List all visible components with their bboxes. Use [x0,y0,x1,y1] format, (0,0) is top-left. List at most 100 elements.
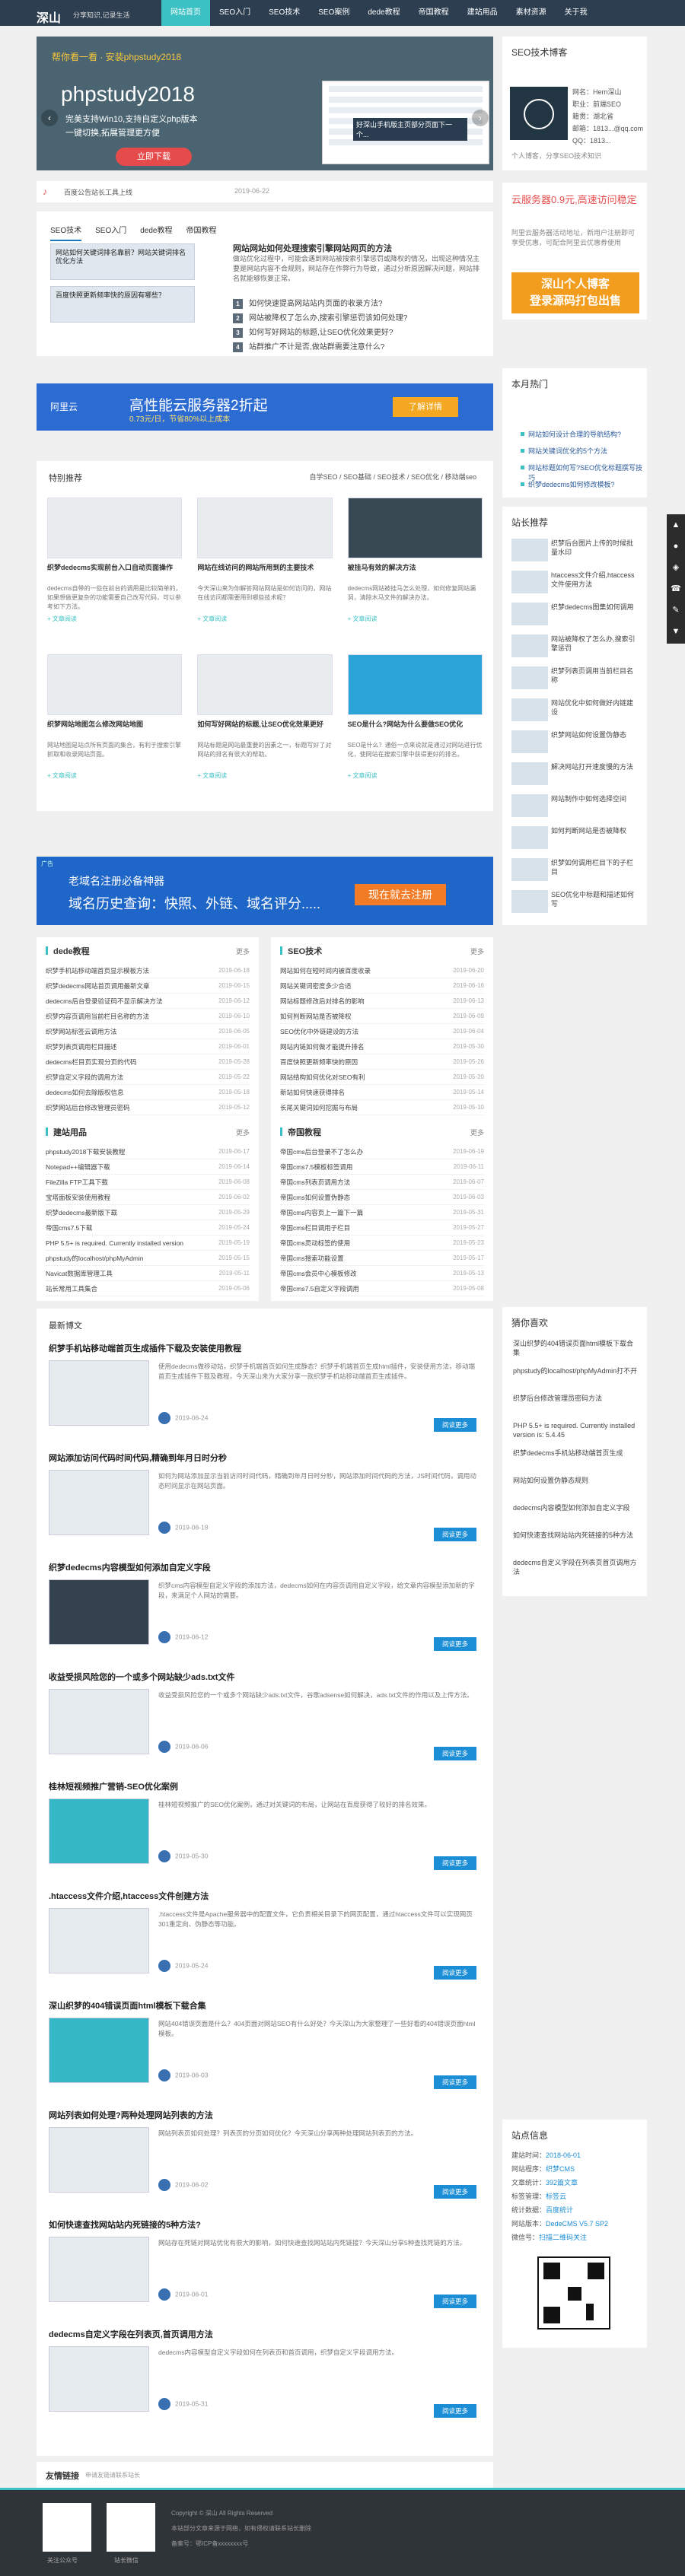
wechat-icon[interactable]: ◈ [667,557,685,578]
list-item-title[interactable]: 帝国cms列表页调用方法 [280,1175,350,1189]
list-item-title[interactable]: 帝国cms搜索功能设置 [280,1251,344,1265]
comment-icon[interactable]: ✎ [667,599,685,621]
list-item-title[interactable]: 织梦自定义字段的调用方法 [46,1070,123,1084]
list-item-title[interactable]: 帝国cms会员中心模板修改 [280,1266,357,1280]
banner-next-icon[interactable]: › [472,110,489,126]
list-item[interactable]: 百度快照更新频率快的原因 2019-05-26 [280,1054,484,1070]
list-item[interactable]: PHP 5.5+ is required. Currently installe… [513,1421,639,1439]
list-item-title[interactable]: 帝国cms内容页上一篇下一篇 [280,1205,363,1220]
list-item[interactable]: 帝国cms7.5下载 2019-05-24 [46,1220,250,1236]
list-item-title[interactable]: dedecms如何去除版权信息 [46,1085,124,1099]
list-item[interactable]: dedecms栏目页实现分页的代码 2019-05-28 [46,1054,250,1070]
nav-empire[interactable]: 帝国教程 [409,0,458,26]
banner-download-button[interactable]: 立即下载 [116,148,192,166]
featured-item[interactable]: 织梦dedecms实现前台入口自动页面操作 dedecms自带的一些在前台的调用是… [47,498,183,650]
list-item-title[interactable]: 帝国cms灵动标签的使用 [280,1236,350,1250]
nav-material[interactable]: 素材资源 [507,0,556,26]
ad-red-text[interactable]: 云服务器0.9元,高速访问稳定 [511,193,641,207]
list-item-title[interactable]: 帝国cms7.5下载 [46,1220,92,1235]
list-item[interactable]: 网站关键词优化的5个方法 [521,446,647,463]
list-item[interactable]: 织梦如何调用栏目下的子栏目 [511,858,639,881]
list-item[interactable]: 织梦手机站移动端首页显示模板方法 2019-06-18 [46,963,250,978]
tab-empire[interactable]: 帝国教程 [186,224,217,241]
list-item[interactable]: 帝国cms栏目调用子栏目 2019-05-27 [280,1220,484,1236]
list-item[interactable]: 帝国cms内容页上一篇下一篇 2019-05-31 [280,1205,484,1220]
read-more-button[interactable]: 阅读更多 [434,1747,476,1760]
list-item[interactable]: 网站标题如何写?SEO优化标题撰写技巧 [521,463,647,482]
post-title[interactable]: .htaccess文件介绍,htaccess文件创建方法 [49,1890,483,1902]
read-more-button[interactable]: 阅读更多 [434,1637,476,1651]
list-item[interactable]: htaccess文件介绍,htaccess文件使用方法 [511,571,639,593]
post-thumbnail[interactable] [49,1798,149,1864]
server-ad[interactable]: 云服务器0.9元,高速访问稳定 阿里云服务器活动地址，新用户注册即可享受优惠，可… [502,183,647,320]
hot-image-1[interactable]: 网站如何关键词排名靠前？网站关键词排名优化方法 [50,243,195,280]
read-more-button[interactable]: 阅读更多 [434,2185,476,2199]
list-item-title[interactable]: 网站结构如何优化对SEO有利 [280,1070,365,1084]
post-thumbnail[interactable] [49,1470,149,1535]
list-item[interactable]: 帝国cms7.5自定义字段调用 2019-05-08 [280,1281,484,1296]
top-icon[interactable]: ▲ [667,514,685,536]
list-item[interactable]: 网站结构如何优化对SEO有利 2019-05-20 [280,1070,484,1085]
list-item[interactable]: 网站如何设计合理的导航结构? [521,429,647,446]
list-item-title[interactable]: 织梦网站标签云调用方法 [46,1024,117,1038]
list-item[interactable]: 织梦dedecms网站首页调用最新文章 2019-06-15 [46,978,250,994]
post-thumbnail[interactable] [49,1360,149,1426]
read-more-button[interactable]: 阅读更多 [434,1418,476,1432]
list-item-title[interactable]: 帝国cms7.5自定义字段调用 [280,1281,359,1296]
list-item[interactable]: 网站关键词密度多少合适 2019-06-16 [280,978,484,994]
list-item[interactable]: dedecms如何去除版权信息 2019-05-18 [46,1085,250,1100]
nav-seo-case[interactable]: SEO案例 [309,0,358,26]
post-title[interactable]: 网站添加访问代码时间代码,精确到年月日时分秒 [49,1452,483,1464]
aliyun-ad[interactable]: 阿里云 高性能云服务器2折起 0.73元/日，节省80%以上成本 了解详情 [37,383,493,431]
read-more-button[interactable]: 阅读更多 [434,1966,476,1980]
list-item[interactable]: 如何判断网站是否被降权 [511,826,639,849]
hot-image-2[interactable]: 百度快照更新频率快的原因有哪些？ [50,286,195,323]
list-item-title[interactable]: 站长常用工具集合 [46,1281,97,1296]
list-item-title[interactable]: 网站内链如何做才能提升排名 [280,1039,365,1054]
list-item[interactable]: phpstudy的localhost/phpMyAdmin打不开 [513,1366,639,1375]
list-item-title[interactable]: 织梦dedecms网站首页调用最新文章 [46,978,150,993]
list-item[interactable]: 3 如何写好网站的标题,让SEO优化效果更好? [233,326,407,340]
post-item[interactable]: .htaccess文件介绍,htaccess文件创建方法 .htaccess文件… [49,1890,483,1989]
bottom-icon[interactable]: ▼ [667,621,685,642]
post-title[interactable]: 织梦dedecms内容模型如何添加自定义字段 [49,1561,483,1573]
nav-dede[interactable]: dede教程 [358,0,409,26]
read-more-button[interactable]: 阅读更多 [434,1528,476,1541]
read-more-button[interactable]: 阅读更多 [434,2075,476,2089]
list-item-title[interactable]: 织梦网站后台修改管理员密码 [46,1100,130,1115]
list-item[interactable]: 织梦dedecms手机站移动端首页生成 [513,1449,639,1458]
list-item[interactable]: 织梦列表页调用栏目描述 2019-06-01 [46,1039,250,1054]
nav-build[interactable]: 建站用品 [458,0,507,26]
post-item[interactable]: 织梦dedecms内容模型如何添加自定义字段 织梦cms内容模型自定义字段的添加… [49,1561,483,1660]
list-item[interactable]: phpstudy的localhost/phpMyAdmin 2019-05-15 [46,1251,250,1266]
list-item[interactable]: 帝国cms7.5模板标签调用 2019-06-11 [280,1159,484,1175]
list-item-title[interactable]: phpstudy2018下载安装教程 [46,1144,125,1159]
notice-text[interactable]: 百度公告站长工具上线 [64,187,132,197]
list-item-title[interactable]: PHP 5.5+ is required. Currently installe… [46,1236,183,1250]
list-item-title[interactable]: 如何判断网站是否被降权 [280,1009,352,1023]
list-item-title[interactable]: 织梦内容页调用当前栏目名称的方法 [46,1009,149,1023]
list-item[interactable]: 4 站群推广不计是否,做站群需要注意什么? [233,340,407,355]
list-item[interactable]: 网站制作中如何选择空间 [511,794,639,817]
nav-seo-intro[interactable]: SEO入门 [210,0,260,26]
list-item-title[interactable]: FileZilla FTP工具下载 [46,1175,108,1189]
banner-prev-icon[interactable]: ‹ [41,110,58,126]
tab-seo-intro[interactable]: SEO入门 [95,224,126,241]
featured-item[interactable]: SEO是什么?网站为什么要做SEO优化 SEO是什么？通俗一点来说就是通过对网站进… [347,654,483,806]
read-more-button[interactable]: 阅读更多 [434,2404,476,2418]
list-item[interactable]: 帝国cms搜索功能设置 2019-05-17 [280,1251,484,1266]
list-item[interactable]: 网站内链如何做才能提升排名 2019-05-30 [280,1039,484,1054]
list-item[interactable]: dedecms内容模型如何添加自定义字段 [513,1503,639,1512]
list-item[interactable]: FileZilla FTP工具下载 2019-06-08 [46,1175,250,1190]
list-item[interactable]: 帝国cms会员中心模板修改 2019-05-13 [280,1266,484,1281]
list-item-title[interactable]: 织梦列表页调用栏目描述 [46,1039,117,1054]
list-item[interactable]: 织梦网站如何设置伪静态 [511,730,639,753]
list-item[interactable]: 网站如何设置伪静态规则 [513,1476,639,1485]
post-item[interactable]: 网站列表如何处理?两种处理网站列表的方法 网站列表页如何处理？列表页的分页如何优… [49,2109,483,2208]
list-item[interactable]: SEO优化中标题和描述如何写 [511,890,639,913]
list-item[interactable]: Notepad++编辑器下载 2019-06-14 [46,1159,250,1175]
list-item[interactable]: 帝国cms灵动标签的使用 2019-05-23 [280,1236,484,1251]
list-item-title[interactable]: dedecms后台登录验证码不显示解决方法 [46,994,163,1008]
list-item[interactable]: 织梦后台修改管理员密码方法 [513,1394,639,1403]
featured-item[interactable]: 织梦网站地图怎么修改网站地图 网站地图是站点所有页面的集合，有利于搜索引擎抓取和收… [47,654,183,806]
